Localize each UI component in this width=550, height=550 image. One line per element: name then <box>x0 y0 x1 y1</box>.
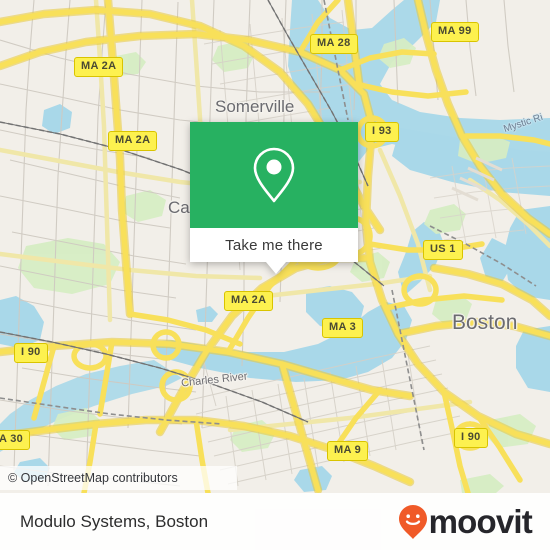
highway-shield-ma-2a-south: MA 2A <box>224 291 274 311</box>
venue-title: Modulo Systems, Boston <box>20 511 209 531</box>
attribution-text: © OpenStreetMap contributors <box>8 471 178 485</box>
highway-shield-i-93: I 93 <box>365 122 399 142</box>
highway-shield-ma-2a-west: MA 2A <box>108 131 158 151</box>
map-pin-icon <box>190 122 358 228</box>
footer-bar: Modulo Systems, Boston moovit <box>0 493 550 550</box>
popup-action-bar[interactable]: Take me there <box>190 228 358 262</box>
highway-shield-ma-2a-north: MA 2A <box>74 57 124 77</box>
map-attribution[interactable]: © OpenStreetMap contributors <box>0 466 237 490</box>
moovit-logo[interactable]: moovit <box>398 503 533 540</box>
popup-hero <box>190 122 358 228</box>
highway-shield-ma-99: MA 99 <box>431 22 479 42</box>
highway-shield-i-90-west: I 90 <box>14 343 48 363</box>
highway-shield-ma-30: A 30 <box>0 430 31 450</box>
moovit-smiley-pin-icon <box>398 504 428 540</box>
moovit-map-screenshot: MA 2A MA 2A MA 28 MA 99 I 93 US 1 MA 2A … <box>0 0 550 550</box>
take-me-there-popup[interactable]: Take me there <box>190 122 358 274</box>
map-canvas[interactable]: MA 2A MA 2A MA 28 MA 99 I 93 US 1 MA 2A … <box>0 0 550 493</box>
popup-pointer <box>266 262 286 274</box>
highway-shield-i-90-east: I 90 <box>454 428 488 448</box>
highway-shield-ma-9: MA 9 <box>327 441 369 461</box>
highway-shield-ma-3: MA 3 <box>322 318 364 338</box>
highway-shield-ma-28: MA 28 <box>310 34 358 54</box>
highway-shield-us-1: US 1 <box>423 240 463 260</box>
take-me-there-label: Take me there <box>225 236 323 254</box>
moovit-wordmark: moovit <box>428 503 533 540</box>
